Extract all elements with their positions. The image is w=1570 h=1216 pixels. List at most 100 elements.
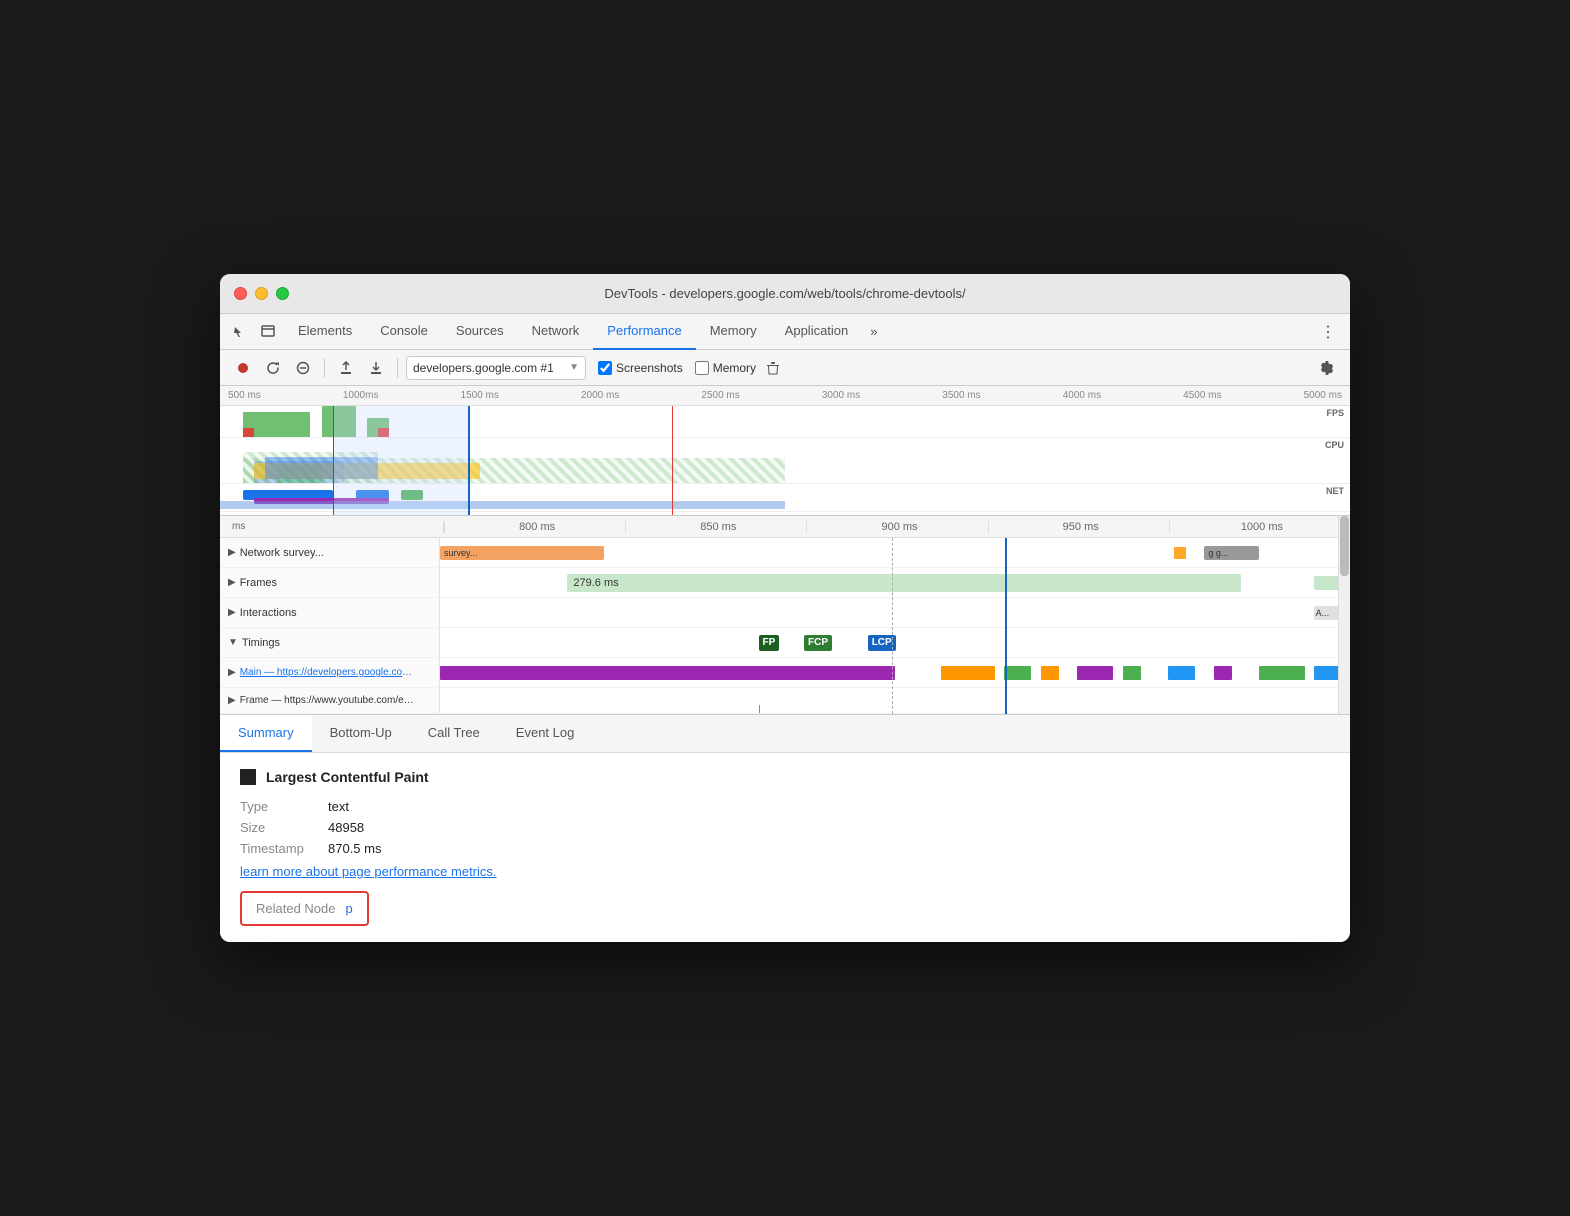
toolbar-divider-2 <box>397 358 398 378</box>
timeline-detail[interactable]: ms 800 ms 850 ms 900 ms 950 ms 1000 ms ▶… <box>220 516 1350 715</box>
tabbar: Elements Console Sources Network Perform… <box>220 314 1350 350</box>
overview-canvas[interactable]: FPS CPU <box>220 406 1350 516</box>
tick-4500: 4500 ms <box>1183 390 1221 401</box>
memory-checkbox[interactable] <box>695 361 709 375</box>
minimize-button[interactable] <box>255 287 268 300</box>
tick-850ms: 850 ms <box>625 521 806 533</box>
more-tabs-button[interactable]: » <box>862 324 885 339</box>
fp-badge[interactable]: FP <box>759 635 780 651</box>
track-label-interactions[interactable]: ▶ Interactions <box>220 598 440 627</box>
tab-console[interactable]: Console <box>366 314 442 350</box>
tab-performance[interactable]: Performance <box>593 314 695 350</box>
clear-recording-button[interactable] <box>760 355 786 381</box>
related-node-box: Related Node p <box>240 891 369 926</box>
reload-record-button[interactable] <box>260 355 286 381</box>
toolbar-checkbox-group: Screenshots Memory <box>598 361 756 375</box>
expand-frame-btn[interactable]: ▶ <box>228 695 236 706</box>
record-button[interactable] <box>230 355 256 381</box>
devtools-menu-button[interactable]: ⋮ <box>1314 318 1342 346</box>
traffic-lights <box>234 287 289 300</box>
scrollbar-thumb[interactable] <box>1340 516 1349 576</box>
tab-memory[interactable]: Memory <box>696 314 771 350</box>
track-interactions[interactable]: ▶ Interactions A... <box>220 598 1350 628</box>
devtools-window: DevTools - developers.google.com/web/too… <box>220 274 1350 942</box>
expand-main-btn[interactable]: ▶ <box>228 667 236 678</box>
tab-bottom-up[interactable]: Bottom-Up <box>312 715 410 752</box>
tick-800ms: 800 ms <box>444 521 625 533</box>
tab-event-log[interactable]: Event Log <box>498 715 593 752</box>
track-content-frames: 279.6 ms <box>440 568 1350 597</box>
toolbar-divider-1 <box>324 358 325 378</box>
main-block-green <box>1004 666 1031 680</box>
url-selector[interactable]: developers.google.com #1 ▼ <box>406 356 586 380</box>
frames-bar-2 <box>1314 576 1341 590</box>
track-label-timings[interactable]: ▼ Timings <box>220 628 440 657</box>
lcp-timestamp-row: Timestamp 870.5 ms <box>240 841 1330 856</box>
tab-sources[interactable]: Sources <box>442 314 518 350</box>
network-yellow-block <box>1174 547 1186 559</box>
related-node-value[interactable]: p <box>346 901 353 916</box>
ruler-spacer: ms <box>224 521 444 533</box>
tab-network[interactable]: Network <box>518 314 594 350</box>
fps-red-1 <box>243 428 254 437</box>
timestamp-value: 870.5 ms <box>328 841 381 856</box>
expand-interactions-btn[interactable]: ▶ <box>228 607 236 618</box>
clear-button[interactable] <box>290 355 316 381</box>
main-block-blue2 <box>1314 666 1341 680</box>
track-frame[interactable]: ▶ Frame — https://www.youtube.com/embed/… <box>220 688 1350 714</box>
lcp-badge[interactable]: LCP <box>868 635 896 651</box>
settings-button[interactable] <box>1314 355 1340 381</box>
tab-elements[interactable]: Elements <box>284 314 366 350</box>
screenshots-checkbox[interactable] <box>598 361 612 375</box>
tab-summary[interactable]: Summary <box>220 715 312 752</box>
window-title: DevTools - developers.google.com/web/too… <box>604 286 965 301</box>
timestamp-label: Timestamp <box>240 841 320 856</box>
expand-network-btn[interactable]: ▶ <box>228 547 236 558</box>
memory-checkbox-label[interactable]: Memory <box>695 361 756 375</box>
track-label-main[interactable]: ▶ Main — https://developers.google.com/w… <box>220 658 440 687</box>
size-label: Size <box>240 820 320 835</box>
bottom-panel: Summary Bottom-Up Call Tree Event Log La… <box>220 715 1350 942</box>
tick-5000: 5000 ms <box>1304 390 1342 401</box>
overview-ruler: 500 ms 1000ms 1500 ms 2000 ms 2500 ms 30… <box>220 386 1350 406</box>
track-network-survey[interactable]: ▶ Network survey... survey... g g... <box>220 538 1350 568</box>
devtools-inspect-icon[interactable] <box>256 320 280 344</box>
learn-more-link[interactable]: learn more about page performance metric… <box>240 864 497 879</box>
network-bar-survey: survey... <box>440 546 604 560</box>
main-block-purple <box>440 666 895 680</box>
download-profile-button[interactable] <box>363 355 389 381</box>
maximize-button[interactable] <box>276 287 289 300</box>
toolbar: developers.google.com #1 ▼ Screenshots M… <box>220 350 1350 386</box>
scrollbar-track[interactable] <box>1338 516 1350 714</box>
tick-950ms: 950 ms <box>988 521 1169 533</box>
frames-bar-main: 279.6 ms <box>567 574 1240 592</box>
fcp-badge[interactable]: FCP <box>804 635 832 651</box>
main-block-purple3 <box>1214 666 1232 680</box>
network-bar-gg: g g... <box>1204 546 1259 560</box>
selection-range[interactable] <box>333 406 469 516</box>
close-button[interactable] <box>234 287 247 300</box>
track-label-network[interactable]: ▶ Network survey... <box>220 538 440 567</box>
description-text: learn more about page performance metric… <box>240 864 1330 879</box>
track-frames[interactable]: ▶ Frames 279.6 ms <box>220 568 1350 598</box>
track-timings[interactable]: ▼ Timings FP FCP LCP <box>220 628 1350 658</box>
track-main[interactable]: ▶ Main — https://developers.google.com/w… <box>220 658 1350 688</box>
lcp-header: Largest Contentful Paint <box>240 769 1330 785</box>
tick-900ms: 900 ms <box>806 521 987 533</box>
timeline-overview[interactable]: 500 ms 1000ms 1500 ms 2000 ms 2500 ms 30… <box>220 386 1350 516</box>
upload-profile-button[interactable] <box>333 355 359 381</box>
tab-call-tree[interactable]: Call Tree <box>410 715 498 752</box>
tab-application[interactable]: Application <box>771 314 863 350</box>
track-label-frame[interactable]: ▶ Frame — https://www.youtube.com/embed/… <box>220 688 440 713</box>
expand-frames-btn[interactable]: ▶ <box>228 577 236 588</box>
tick-1000: 1000ms <box>343 390 379 401</box>
tick-500: 500 ms <box>228 390 261 401</box>
screenshots-checkbox-label[interactable]: Screenshots <box>598 361 683 375</box>
main-block-green3 <box>1259 666 1305 680</box>
selection-start-line <box>333 406 334 516</box>
track-label-frames[interactable]: ▶ Frames <box>220 568 440 597</box>
tick-2000: 2000 ms <box>581 390 619 401</box>
main-block-purple2 <box>1077 666 1113 680</box>
expand-timings-btn[interactable]: ▼ <box>228 637 238 648</box>
bottom-tabs: Summary Bottom-Up Call Tree Event Log <box>220 715 1350 753</box>
